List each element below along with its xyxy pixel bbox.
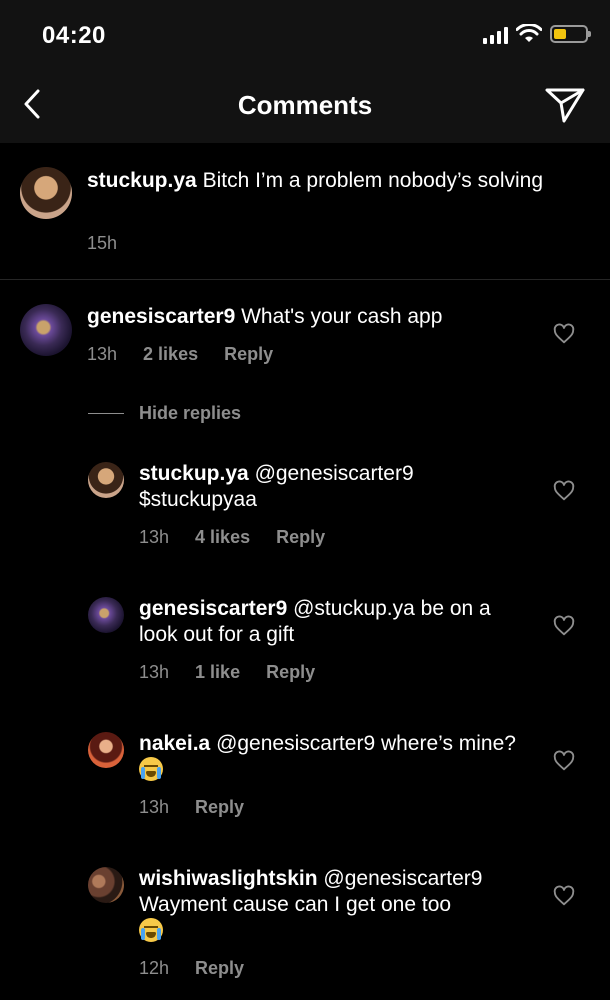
- reply-meta: 13h 4 likes Reply: [139, 527, 325, 548]
- hide-replies-line: [88, 413, 124, 414]
- reply-button[interactable]: Reply: [276, 527, 325, 548]
- comment-text: genesiscarter9 What's your cash app: [87, 304, 547, 330]
- share-button[interactable]: [544, 84, 586, 126]
- reply-meta: 13h Reply: [139, 797, 244, 818]
- reply-button[interactable]: Reply: [195, 958, 244, 979]
- reply-text: wishiwaslightskin @genesiscarter9 Waymen…: [139, 866, 539, 945]
- reply-time: 13h: [139, 527, 170, 547]
- comment-username[interactable]: genesiscarter9: [87, 305, 235, 328]
- heart-icon[interactable]: [553, 750, 575, 772]
- heart-icon[interactable]: [553, 885, 575, 907]
- comment-time: 13h: [87, 344, 118, 364]
- hide-replies-button[interactable]: Hide replies: [139, 403, 241, 424]
- avatar[interactable]: [88, 462, 124, 498]
- reply-likes[interactable]: 4 likes: [195, 527, 250, 548]
- wifi-icon: [516, 24, 542, 42]
- reply-text: nakei.a @genesiscarter9 where’s mine?: [139, 731, 529, 784]
- caption-text: stuckup.ya Bitch I’m a problem nobody’s …: [87, 168, 567, 194]
- loudly-crying-face-emoji: [139, 918, 163, 942]
- loudly-crying-face-emoji: [139, 757, 163, 781]
- battery-icon: [550, 25, 591, 43]
- caption-meta: 15h: [87, 233, 117, 254]
- reply-text: genesiscarter9 @stuckup.ya be on a look …: [139, 596, 529, 648]
- avatar[interactable]: [20, 167, 72, 219]
- reply-time: 13h: [139, 797, 170, 817]
- reply-username[interactable]: stuckup.ya: [139, 462, 249, 485]
- reply-username[interactable]: genesiscarter9: [139, 597, 287, 620]
- heart-icon[interactable]: [553, 480, 575, 502]
- reply-username[interactable]: wishiwaslightskin: [139, 867, 318, 890]
- caption-body: Bitch I’m a problem nobody’s solving: [202, 169, 544, 192]
- avatar[interactable]: [20, 304, 72, 356]
- reply-time: 12h: [139, 958, 170, 978]
- reply-meta: 12h Reply: [139, 958, 244, 979]
- status-time: 04:20: [42, 22, 106, 49]
- reply-time: 13h: [139, 662, 170, 682]
- caption-username[interactable]: stuckup.ya: [87, 169, 197, 192]
- caption-time: 15h: [87, 233, 118, 253]
- reply-username[interactable]: nakei.a: [139, 732, 210, 755]
- top-bar: 04:20 Comments: [0, 0, 610, 143]
- comment-likes[interactable]: 2 likes: [143, 344, 198, 365]
- reply-button[interactable]: Reply: [195, 797, 244, 818]
- comment-meta: 13h 2 likes Reply: [87, 344, 273, 365]
- reply-meta: 13h 1 like Reply: [139, 662, 315, 683]
- avatar[interactable]: [88, 867, 124, 903]
- paper-plane-icon: [545, 88, 585, 123]
- heart-icon[interactable]: [553, 615, 575, 637]
- page-title: Comments: [237, 90, 373, 120]
- status-icons: [483, 24, 591, 44]
- avatar[interactable]: [88, 732, 124, 768]
- heart-icon[interactable]: [553, 323, 575, 345]
- post-caption: stuckup.ya Bitch I’m a problem nobody’s …: [0, 143, 610, 280]
- reply-likes[interactable]: 1 like: [195, 662, 240, 683]
- reply-button[interactable]: Reply: [266, 662, 315, 683]
- reply-button[interactable]: Reply: [224, 344, 273, 365]
- reply-text: stuckup.ya @genesiscarter9 $stuckupyaa: [139, 461, 529, 513]
- reply-body: @genesiscarter9 where’s mine?: [216, 732, 516, 755]
- comment-body: What's your cash app: [241, 305, 443, 328]
- avatar[interactable]: [88, 597, 124, 633]
- cellular-signal-icon: [483, 24, 508, 44]
